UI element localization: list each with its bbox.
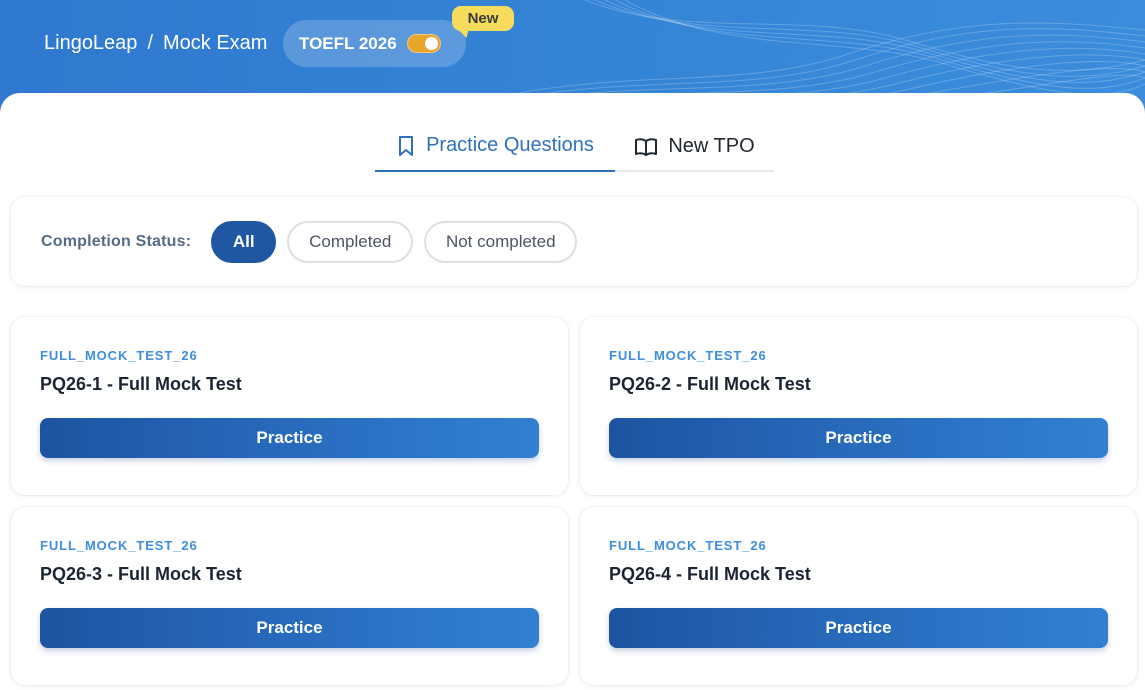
filter-chip-not-completed[interactable]: Not completed [424,220,578,263]
test-title: PQ26-3 - Full Mock Test [40,564,242,584]
tab-label: Practice Questions [426,134,594,156]
test-title: PQ26-2 - Full Mock Test [609,374,811,394]
tab-label: New TPO [668,135,755,157]
exam-version-toggle[interactable]: TOEFL 2026 [283,20,466,67]
toggle-knob [424,37,438,50]
test-title: PQ26-4 - Full Mock Test [609,564,811,584]
new-badge: New [452,6,514,31]
breadcrumb-item-home[interactable]: LingoLeap [44,31,137,55]
filter-chip-completed[interactable]: Completed [287,220,414,263]
test-tag: FULL_MOCK_TEST_26 [40,538,198,553]
tab-new-tpo[interactable]: New TPO [615,123,774,170]
practice-button[interactable]: Practice [609,418,1108,458]
breadcrumb-separator: / [147,32,153,54]
tab-bar: Practice Questions New TPO [375,123,774,172]
test-card: FULL_MOCK_TEST_26 PQ26-4 - Full Mock Tes… [580,507,1137,685]
bookmark-icon [399,135,414,156]
filter-label: Completion Status: [41,232,192,250]
test-tag: FULL_MOCK_TEST_26 [609,538,767,553]
test-title: PQ26-1 - Full Mock Test [40,374,242,394]
test-card: FULL_MOCK_TEST_26 PQ26-1 - Full Mock Tes… [11,317,568,495]
test-card: FULL_MOCK_TEST_26 PQ26-2 - Full Mock Tes… [580,317,1137,495]
breadcrumb-item-current: Mock Exam [163,32,268,54]
toggle-switch[interactable] [406,34,441,53]
test-tag: FULL_MOCK_TEST_26 [40,348,198,363]
page: LingoLeap / Mock Exam TOEFL 2026 New Pra… [0,0,1145,690]
test-card: FULL_MOCK_TEST_26 PQ26-3 - Full Mock Tes… [11,507,568,685]
practice-button[interactable]: Practice [40,418,539,458]
completion-status-filter: Completion Status: All Completed Not com… [11,197,1137,286]
main-content: Practice Questions New TPO Completion St… [0,93,1145,690]
breadcrumb: LingoLeap / Mock Exam [44,31,267,55]
open-book-icon [635,137,658,156]
filter-chip-all[interactable]: All [211,220,277,263]
tab-practice-questions[interactable]: Practice Questions [375,123,615,172]
practice-button[interactable]: Practice [40,608,539,648]
practice-button[interactable]: Practice [609,608,1108,648]
toggle-label: TOEFL 2026 [299,33,397,53]
test-tag: FULL_MOCK_TEST_26 [609,348,767,363]
